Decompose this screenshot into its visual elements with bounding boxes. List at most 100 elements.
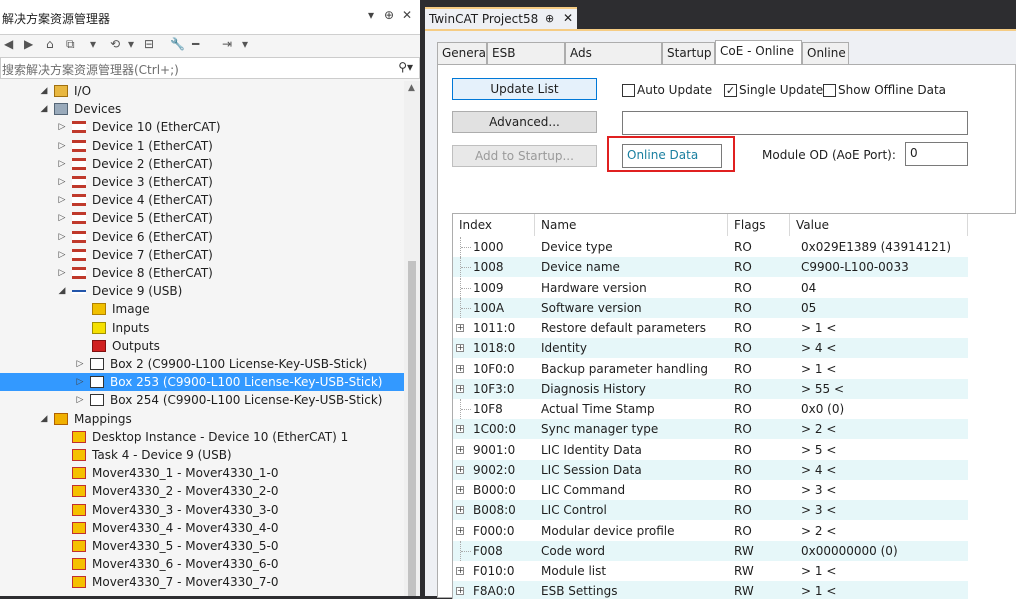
table-row[interactable]: 100A Software version RO 05 xyxy=(453,297,968,318)
column-header-flags[interactable]: Flags xyxy=(728,214,790,236)
advanced-value-field[interactable] xyxy=(622,111,968,135)
expander-icon[interactable]: ▷ xyxy=(56,118,68,136)
table-row[interactable]: +9001:0 LIC Identity Data RO > 5 < xyxy=(453,440,968,460)
update-list-button[interactable]: Update List xyxy=(452,78,597,100)
mappings-icon xyxy=(54,412,68,425)
single-update-box[interactable]: ✓ xyxy=(724,84,737,97)
properties-icon[interactable]: 🔧 xyxy=(170,37,185,51)
expander-icon[interactable]: ▷ xyxy=(56,191,68,209)
advanced-button[interactable]: Advanced... xyxy=(452,111,597,133)
expander-icon[interactable]: ▷ xyxy=(74,355,86,373)
forward-icon[interactable]: ▶ xyxy=(24,37,33,51)
expander-icon[interactable]: ◢ xyxy=(38,100,50,118)
cell-index: 1018:0 xyxy=(473,341,516,356)
expand-row-icon[interactable]: + xyxy=(456,364,464,373)
expander-icon[interactable]: ▷ xyxy=(74,373,86,391)
auto-update-checkbox[interactable]: Auto Update xyxy=(622,82,722,98)
expander-icon[interactable]: ▷ xyxy=(56,137,68,155)
sync-icon[interactable]: ⇥ xyxy=(222,37,232,51)
column-header-value[interactable]: Value xyxy=(790,214,968,236)
table-row[interactable]: + F010:0 Module list RW > 1 < xyxy=(453,561,968,581)
table-row[interactable]: + B000:0 LIC Command RO > 3 < xyxy=(453,480,968,500)
home-icon[interactable]: ⌂ xyxy=(46,37,54,51)
minus-icon[interactable]: ━ xyxy=(192,37,199,51)
tree-scrollbar[interactable]: ▲ xyxy=(404,81,420,596)
tab-coe-online[interactable]: CoE - Online xyxy=(715,40,802,65)
expander-icon[interactable]: ▷ xyxy=(56,264,68,282)
document-tab[interactable]: TwinCAT Project58 ⊕ ✕ xyxy=(425,7,577,29)
table-row[interactable]: +1018:0 Identity RO > 4 < xyxy=(453,338,968,359)
scrollbar-thumb[interactable] xyxy=(408,261,416,596)
document-area: TwinCAT Project58 ⊕ ✕ General ESB Device… xyxy=(420,0,1016,599)
tree-item-label: Device 3 (EtherCAT) xyxy=(92,175,213,189)
expander-icon[interactable]: ▷ xyxy=(56,209,68,227)
show-offline-box[interactable] xyxy=(823,84,836,97)
table-row[interactable]: 1000 Device type RO 0x029E1389 (43914121) xyxy=(453,237,968,257)
expand-row-icon[interactable]: + xyxy=(456,567,464,575)
module-od-input[interactable]: 0 xyxy=(905,142,968,166)
expand-row-icon[interactable]: + xyxy=(456,506,464,515)
tab-startup[interactable]: Startup xyxy=(662,42,715,64)
table-row[interactable]: 10F8 Actual Time Stamp RO 0x0 (0) xyxy=(453,399,968,419)
single-update-checkbox[interactable]: ✓ Single Update xyxy=(724,82,824,98)
expand-row-icon[interactable]: + xyxy=(456,344,464,353)
pin-icon[interactable]: ⊕ xyxy=(545,12,554,25)
solution-search-input[interactable]: 搜索解决方案资源管理器(Ctrl+;) ⚲▾ xyxy=(0,57,420,79)
dropdown-icon[interactable]: ▾ xyxy=(128,37,134,51)
dropdown-icon[interactable]: ▾ xyxy=(242,37,248,51)
table-row[interactable]: + F000:0 Modular device profile RO > 2 < xyxy=(453,521,968,541)
expander-icon[interactable]: ◢ xyxy=(38,410,50,428)
expander-icon[interactable]: ◢ xyxy=(38,82,50,100)
tree-item[interactable]: ▷ Box 253 (C9900-L100 License-Key-USB-Sti… xyxy=(0,373,404,392)
expander-icon[interactable]: ▷ xyxy=(56,173,68,191)
auto-update-box[interactable] xyxy=(622,84,635,97)
table-row[interactable]: +9002:0 LIC Session Data RO > 4 < xyxy=(453,459,968,480)
expander-icon[interactable]: ▷ xyxy=(56,228,68,246)
column-header-index[interactable]: Index xyxy=(453,214,535,236)
scroll-up-icon[interactable]: ▲ xyxy=(408,83,415,93)
search-icon[interactable]: ⚲▾ xyxy=(398,60,413,74)
expand-row-icon[interactable]: + xyxy=(456,425,464,434)
column-header-name[interactable]: Name xyxy=(535,214,728,236)
close-icon[interactable]: ✕ xyxy=(402,8,412,22)
table-row[interactable]: +1C00:0 Sync manager type RO > 2 < xyxy=(453,419,968,440)
tab-esb-device[interactable]: ESB Device xyxy=(487,42,565,80)
dropdown-icon[interactable]: ▾ xyxy=(90,37,96,51)
show-offline-checkbox[interactable]: Show Offline Data xyxy=(823,82,946,98)
table-row[interactable]: +10F3:0 Diagnosis History RO > 55 < xyxy=(453,378,968,399)
history-icon[interactable]: ⟲ xyxy=(110,37,120,51)
table-row[interactable]: 1008 Device name RO C9900-L100-0033 xyxy=(453,257,968,278)
expand-row-icon[interactable]: + xyxy=(456,587,464,596)
tab-general[interactable]: General xyxy=(437,42,489,64)
tab-ads-commands[interactable]: Ads Commands xyxy=(565,42,662,80)
table-row[interactable]: +1011:0 Restore default parameters RO > 1 < xyxy=(453,318,968,338)
expand-row-icon[interactable]: + xyxy=(456,465,464,474)
table-row[interactable]: +10F0:0 Backup parameter handling RO > 1 < xyxy=(453,359,968,379)
close-icon[interactable]: ✕ xyxy=(563,11,573,25)
box-icon xyxy=(90,376,104,389)
expand-row-icon[interactable]: + xyxy=(456,384,464,393)
switch-views-icon[interactable]: ⧉ xyxy=(66,37,75,52)
back-icon[interactable]: ◀ xyxy=(4,37,13,51)
add-to-startup-button[interactable]: Add to Startup... xyxy=(452,145,597,167)
expand-row-icon[interactable]: + xyxy=(456,324,464,332)
expander-icon[interactable]: ◢ xyxy=(56,282,68,300)
cell-flags: RO xyxy=(734,442,752,457)
table-row[interactable]: + B008:0 LIC Control RO > 3 < xyxy=(453,500,968,521)
pin-icon[interactable]: ⊕ xyxy=(384,8,394,22)
mapping-icon xyxy=(72,503,86,516)
expand-row-icon[interactable]: + xyxy=(456,445,464,454)
table-row[interactable]: 1009 Hardware version RO 04 xyxy=(453,277,968,298)
expand-row-icon[interactable]: + xyxy=(456,486,464,494)
dropdown-icon[interactable]: ▾ xyxy=(368,8,374,22)
expander-icon[interactable]: ▷ xyxy=(56,246,68,264)
expand-row-icon[interactable]: + xyxy=(456,526,464,535)
table-row[interactable]: + F8A0:0 ESB Settings RW > 1 < xyxy=(453,581,968,599)
collapse-all-icon[interactable]: ⊟ xyxy=(144,37,154,51)
tab-online[interactable]: Online xyxy=(802,42,849,64)
expander-icon[interactable]: ▷ xyxy=(56,155,68,173)
cell-value: 04 xyxy=(801,280,817,295)
table-row[interactable]: F008 Code word RW 0x00000000 (0) xyxy=(453,540,968,561)
expander-icon[interactable]: ▷ xyxy=(74,391,86,409)
online-data-field[interactable]: Online Data xyxy=(622,144,722,168)
